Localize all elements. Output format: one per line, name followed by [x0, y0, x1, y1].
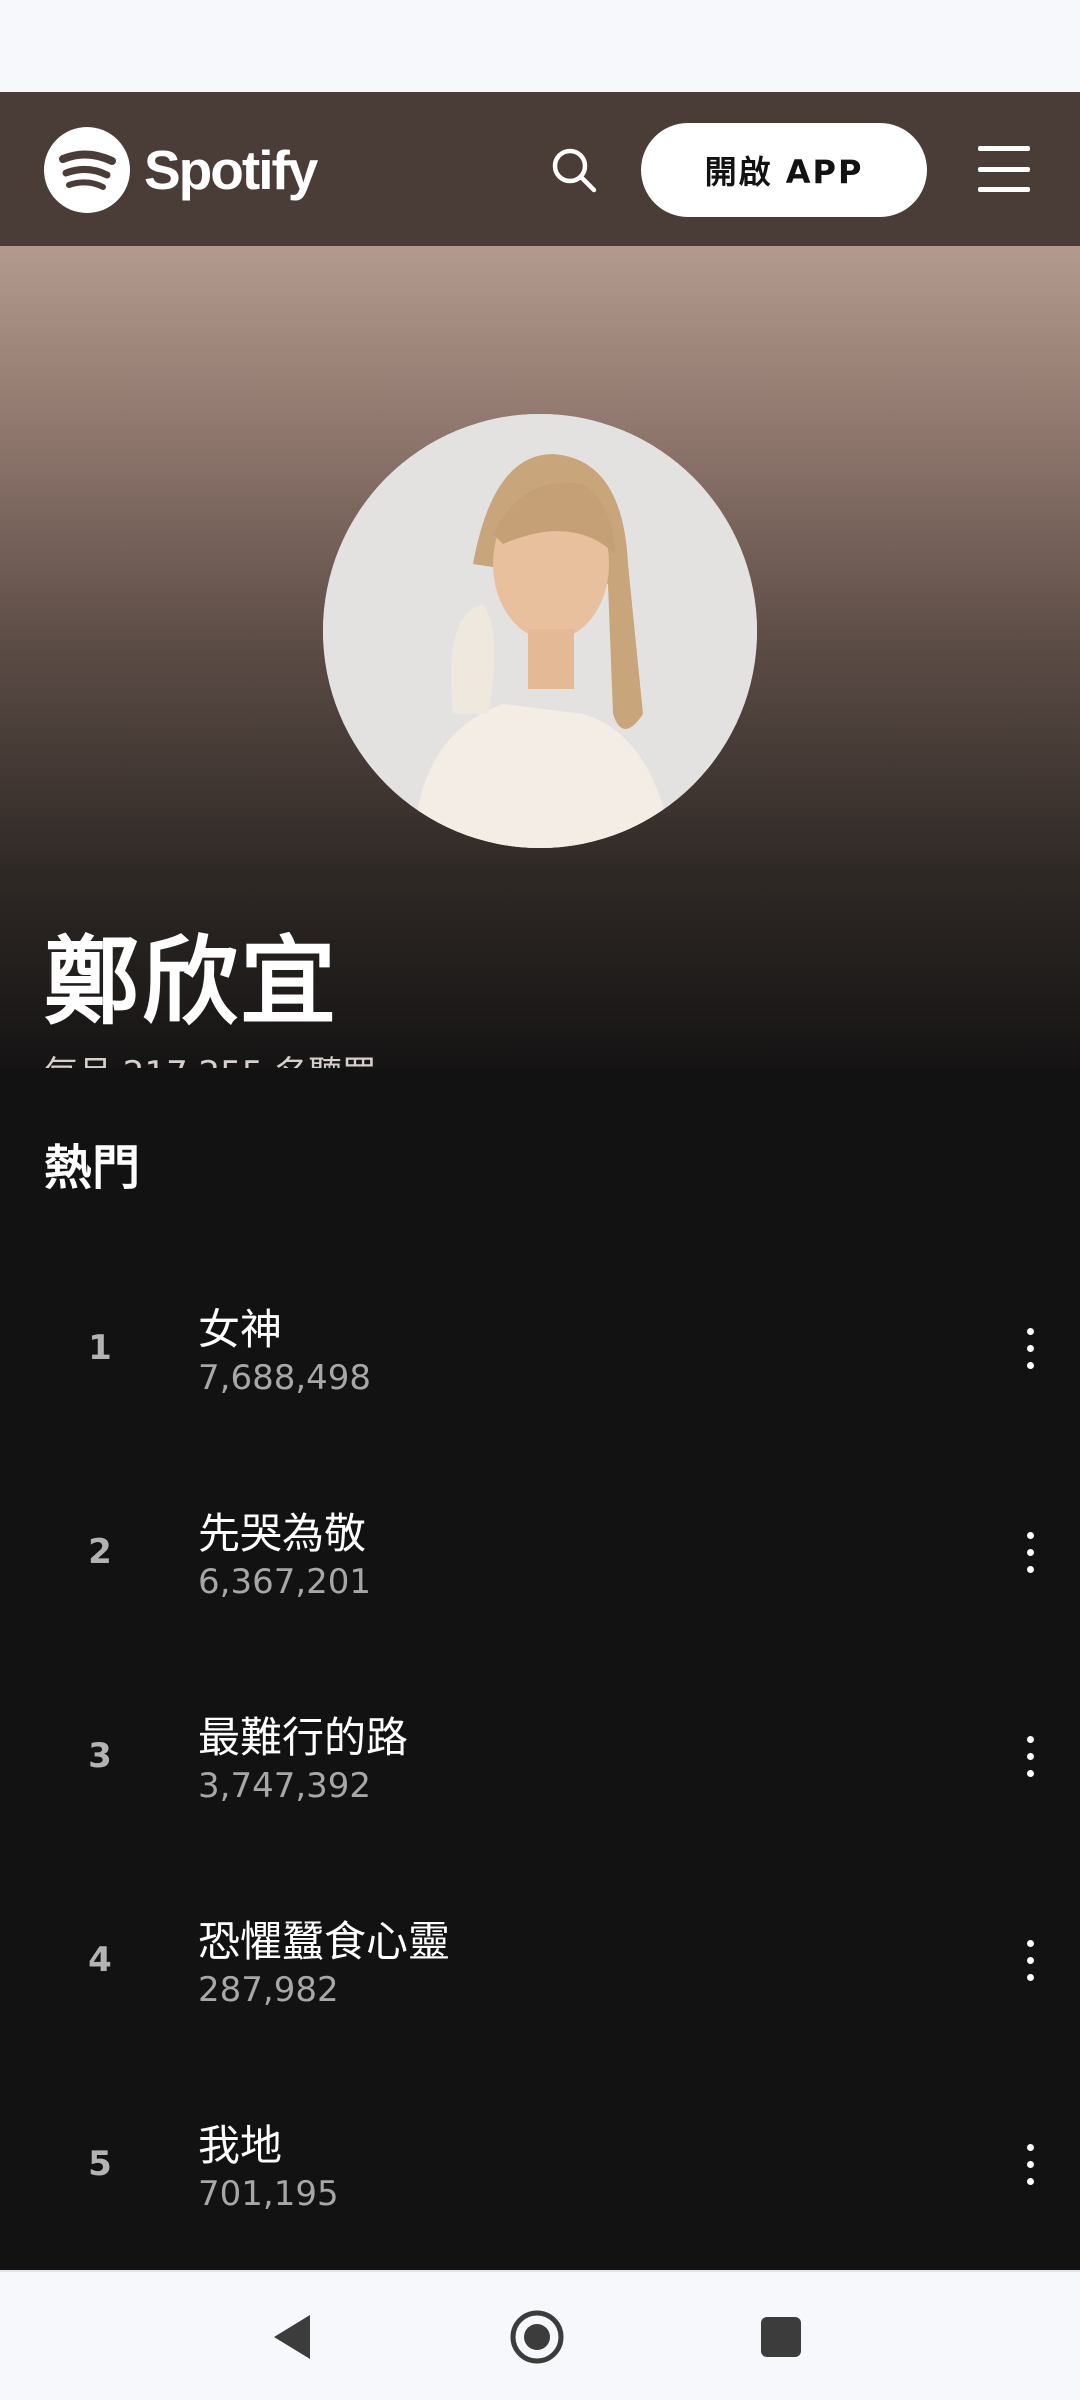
spotify-logo-icon [44, 127, 130, 213]
hamburger-menu-icon[interactable] [978, 146, 1030, 192]
artist-name: 鄭欣宜 [44, 926, 338, 1038]
more-vertical-icon[interactable] [998, 1920, 1062, 2000]
track-play-count: 3,747,392 [198, 1766, 372, 1806]
content-area: 熱門 1 女神 7,688,498 2 先哭為敬 6,367,201 3 最難行… [0, 1068, 1080, 2270]
more-vertical-icon[interactable] [998, 1512, 1062, 1592]
spotify-logo[interactable]: Spotify [44, 127, 318, 213]
status-bar [0, 0, 1080, 92]
brand-name: Spotify [144, 139, 318, 201]
recents-icon[interactable] [738, 2294, 824, 2380]
artist-hero: 鄭欣宜 每月 217,255 名聽眾 關注 [0, 246, 1080, 1282]
track-row[interactable]: 4 恐懼蠶食心靈 287,982 [0, 1858, 1080, 2062]
track-play-count: 701,195 [198, 2174, 339, 2214]
home-icon[interactable] [494, 2294, 580, 2380]
artist-photo [323, 414, 757, 848]
track-rank: 2 [88, 1532, 112, 1572]
track-rank: 4 [88, 1940, 112, 1980]
more-vertical-icon[interactable] [998, 1716, 1062, 1796]
open-app-button[interactable]: 開啟 APP [641, 123, 927, 217]
search-button[interactable] [546, 142, 602, 198]
track-rank: 1 [88, 1328, 112, 1368]
more-vertical-icon[interactable] [998, 1308, 1062, 1388]
track-title: 最難行的路 [198, 1713, 409, 1762]
site-header: Spotify 開啟 APP [0, 92, 1080, 246]
track-title: 我地 [198, 2121, 283, 2170]
popular-heading: 熱門 [44, 1140, 141, 1196]
more-vertical-icon[interactable] [998, 2124, 1062, 2204]
search-icon [552, 148, 597, 193]
track-play-count: 7,688,498 [198, 1358, 372, 1398]
track-title: 先哭為敬 [198, 1509, 367, 1558]
track-title: 恐懼蠶食心靈 [198, 1917, 451, 1966]
track-rank: 3 [88, 1736, 112, 1776]
track-rank: 5 [88, 2144, 112, 2184]
back-icon[interactable] [250, 2294, 336, 2380]
track-row[interactable]: 1 女神 7,688,498 [0, 1246, 1080, 1450]
system-nav-bar [0, 2270, 1080, 2400]
track-row[interactable]: 2 先哭為敬 6,367,201 [0, 1450, 1080, 1654]
track-row[interactable]: 5 我地 701,195 [0, 2062, 1080, 2266]
track-play-count: 6,367,201 [198, 1562, 372, 1602]
track-title: 女神 [198, 1305, 283, 1354]
track-play-count: 287,982 [198, 1970, 339, 2010]
track-row[interactable]: 3 最難行的路 3,747,392 [0, 1654, 1080, 1858]
